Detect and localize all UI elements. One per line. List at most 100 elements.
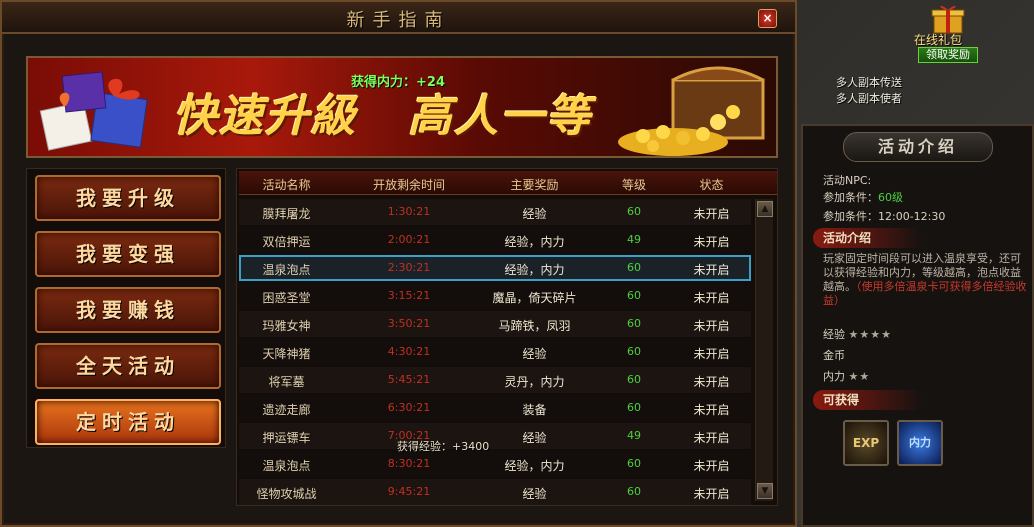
header-name: 活动名称 (262, 178, 311, 192)
main-reward: 经验，内力 (504, 459, 565, 473)
table-row[interactable]: 玛雅女神 3:50:21 马蹄铁，凤羽 60 未开启 (239, 311, 751, 337)
stat-exp-label: 经验 (823, 328, 845, 341)
event-name: 双倍押运 (262, 235, 311, 249)
event-description: 玩家固定时间段可以进入温泉享受，还可以获得经验和内力，等级越高，泡点收益越高。（… (823, 252, 1028, 308)
menu-label: 我要赚钱 (76, 298, 180, 322)
main-reward: 装备 (522, 403, 547, 417)
event-status: 未开启 (693, 319, 730, 333)
condition-time-line: 参加条件：12:00-12:30 (823, 208, 945, 224)
exp-reward-icon[interactable]: EXP (843, 420, 889, 466)
event-name: 将军墓 (268, 375, 305, 389)
required-level: 60 (627, 317, 641, 330)
menu-all-day-events-button[interactable]: 全天活动 (35, 343, 221, 389)
required-level: 60 (627, 457, 641, 470)
obtain-heading: 可获得 (813, 390, 923, 410)
guide-menu: 我要升级 我要变强 我要赚钱 全天活动 定时活动 (26, 168, 226, 448)
table-row[interactable]: 双倍押运 2:00:21 经验，内力 49 未开启 (239, 227, 751, 253)
online-gift-label: 在线礼包 (914, 33, 963, 47)
gift-boxes-icon (39, 71, 148, 151)
event-status: 未开启 (693, 235, 730, 249)
event-status: 未开启 (693, 347, 730, 361)
event-status: 未开启 (693, 291, 730, 305)
menu-earn-money-button[interactable]: 我要赚钱 (35, 287, 221, 333)
table-row[interactable]: 遗迹走廊 6:30:21 装备 60 未开启 (239, 395, 751, 421)
condition-level-line: 参加条件：60级 (823, 189, 903, 205)
remaining-time: 3:15:21 (387, 289, 431, 302)
event-status: 未开启 (693, 487, 730, 501)
header-status: 状态 (699, 178, 724, 192)
condition-level-value: 60级 (878, 191, 903, 204)
required-level: 49 (627, 233, 641, 246)
star-rating-icon: ★★★★ (848, 328, 892, 341)
remaining-time: 6:30:21 (387, 401, 431, 414)
event-status: 未开启 (693, 263, 730, 277)
main-reward: 灵丹，内力 (504, 375, 565, 389)
table-header: 活动名称 开放剩余时间 主要奖励 等级 状态 (239, 171, 777, 195)
event-info-panel: 活动介绍 活动NPC: 参加条件：60级 参加条件：12:00-12:30 活动… (801, 124, 1034, 527)
event-name: 怪物攻城战 (256, 487, 317, 501)
remaining-time: 3:50:21 (387, 317, 431, 330)
main-reward: 经验 (522, 207, 547, 221)
close-button[interactable]: × (758, 9, 777, 28)
main-reward: 经验 (522, 431, 547, 445)
claim-reward-button[interactable]: 领取奖励 (918, 47, 978, 63)
npc-label: 活动NPC: (823, 174, 872, 187)
main-reward: 马蹄铁，凤羽 (498, 319, 571, 333)
event-name: 天降神猪 (262, 347, 311, 361)
main-reward: 魔晶，倚天碎片 (492, 291, 577, 305)
stat-gold-label: 金币 (823, 349, 845, 362)
event-name: 遗迹走廊 (262, 403, 311, 417)
event-name: 押运镖车 (262, 431, 311, 445)
remaining-time: 5:45:21 (387, 373, 431, 386)
table-row[interactable]: 押运镖车 7:00:21 经验 49 未开启 (239, 423, 751, 449)
table-row[interactable]: 怪物攻城战 9:45:21 经验 60 未开启 (239, 479, 751, 505)
required-level: 60 (627, 261, 641, 274)
menu-level-up-button[interactable]: 我要升级 (35, 175, 221, 221)
stat-power-label: 内力 (823, 370, 845, 383)
required-level: 60 (627, 289, 641, 302)
floating-exp-text: 获得经验：+3400 (397, 440, 490, 453)
table-row[interactable]: 膜拜屠龙 1:30:21 经验 60 未开启 (239, 199, 751, 225)
banner-gain-text: 获得内力：+24 (351, 75, 445, 90)
inner-power-reward-icon[interactable]: 内力 (897, 420, 943, 466)
event-status: 未开启 (693, 207, 730, 221)
required-level: 49 (627, 429, 641, 442)
condition-time-value: 12:00-12:30 (878, 210, 946, 223)
event-name: 膜拜屠龙 (262, 207, 311, 221)
panel-title: 活动介绍 (843, 132, 993, 162)
table-row[interactable]: 困惑圣堂 3:15:21 魔晶，倚天碎片 60 未开启 (239, 283, 751, 309)
banner-slogan-left: 快速升級 (173, 91, 357, 142)
table-row[interactable]: 天降神猪 4:30:21 经验 60 未开启 (239, 339, 751, 365)
title-bar[interactable]: 新手指南 × (2, 2, 795, 34)
table-row[interactable]: 温泉泡点 8:30:21 经验，内力 60 未开启 (239, 451, 751, 477)
event-status: 未开启 (693, 403, 730, 417)
star-rating-icon: ★★ (848, 370, 871, 383)
menu-timed-events-button[interactable]: 定时活动 (35, 399, 221, 445)
dungeon-teleport-link[interactable]: 多人副本传送 (836, 74, 902, 90)
required-level: 60 (627, 205, 641, 218)
game-screen: 在线礼包 领取奖励 多人副本传送 多人副本使者 新手指南 × 快速升級 高人一等… (0, 0, 1034, 527)
main-reward: 经验，内力 (504, 235, 565, 249)
remaining-time: 2:00:21 (387, 233, 431, 246)
stat-exp: 经验 ★★★★ (823, 326, 892, 342)
beginner-guide-window: 新手指南 × 快速升級 高人一等 获得内力：+24 我要升级 我要变强 我要赚钱… (0, 0, 797, 527)
header-time: 开放剩余时间 (372, 178, 445, 192)
dungeon-envoy-link[interactable]: 多人副本使者 (836, 90, 902, 106)
event-name: 温泉泡点 (262, 459, 311, 473)
stat-power: 内力 ★★ (823, 368, 870, 384)
scroll-up-icon[interactable]: ▲ (757, 201, 773, 217)
gift-box-icon[interactable] (930, 2, 966, 34)
npc-line: 活动NPC: (823, 172, 871, 188)
intro-heading: 活动介绍 (813, 228, 923, 248)
condition-label: 参加条件： (823, 210, 878, 223)
scroll-down-icon[interactable]: ▼ (757, 483, 773, 499)
scrollbar[interactable]: ▲ ▼ (755, 199, 773, 501)
table-row[interactable]: 将军墓 5:45:21 灵丹，内力 60 未开启 (239, 367, 751, 393)
main-reward: 经验 (522, 487, 547, 501)
event-name: 玛雅女神 (262, 319, 311, 333)
event-name: 困惑圣堂 (262, 291, 311, 305)
table-row[interactable]: 温泉泡点 2:30:21 经验，内力 60 未开启 (239, 255, 751, 281)
header-reward: 主要奖励 (510, 178, 559, 192)
menu-get-stronger-button[interactable]: 我要变强 (35, 231, 221, 277)
main-reward: 经验 (522, 347, 547, 361)
